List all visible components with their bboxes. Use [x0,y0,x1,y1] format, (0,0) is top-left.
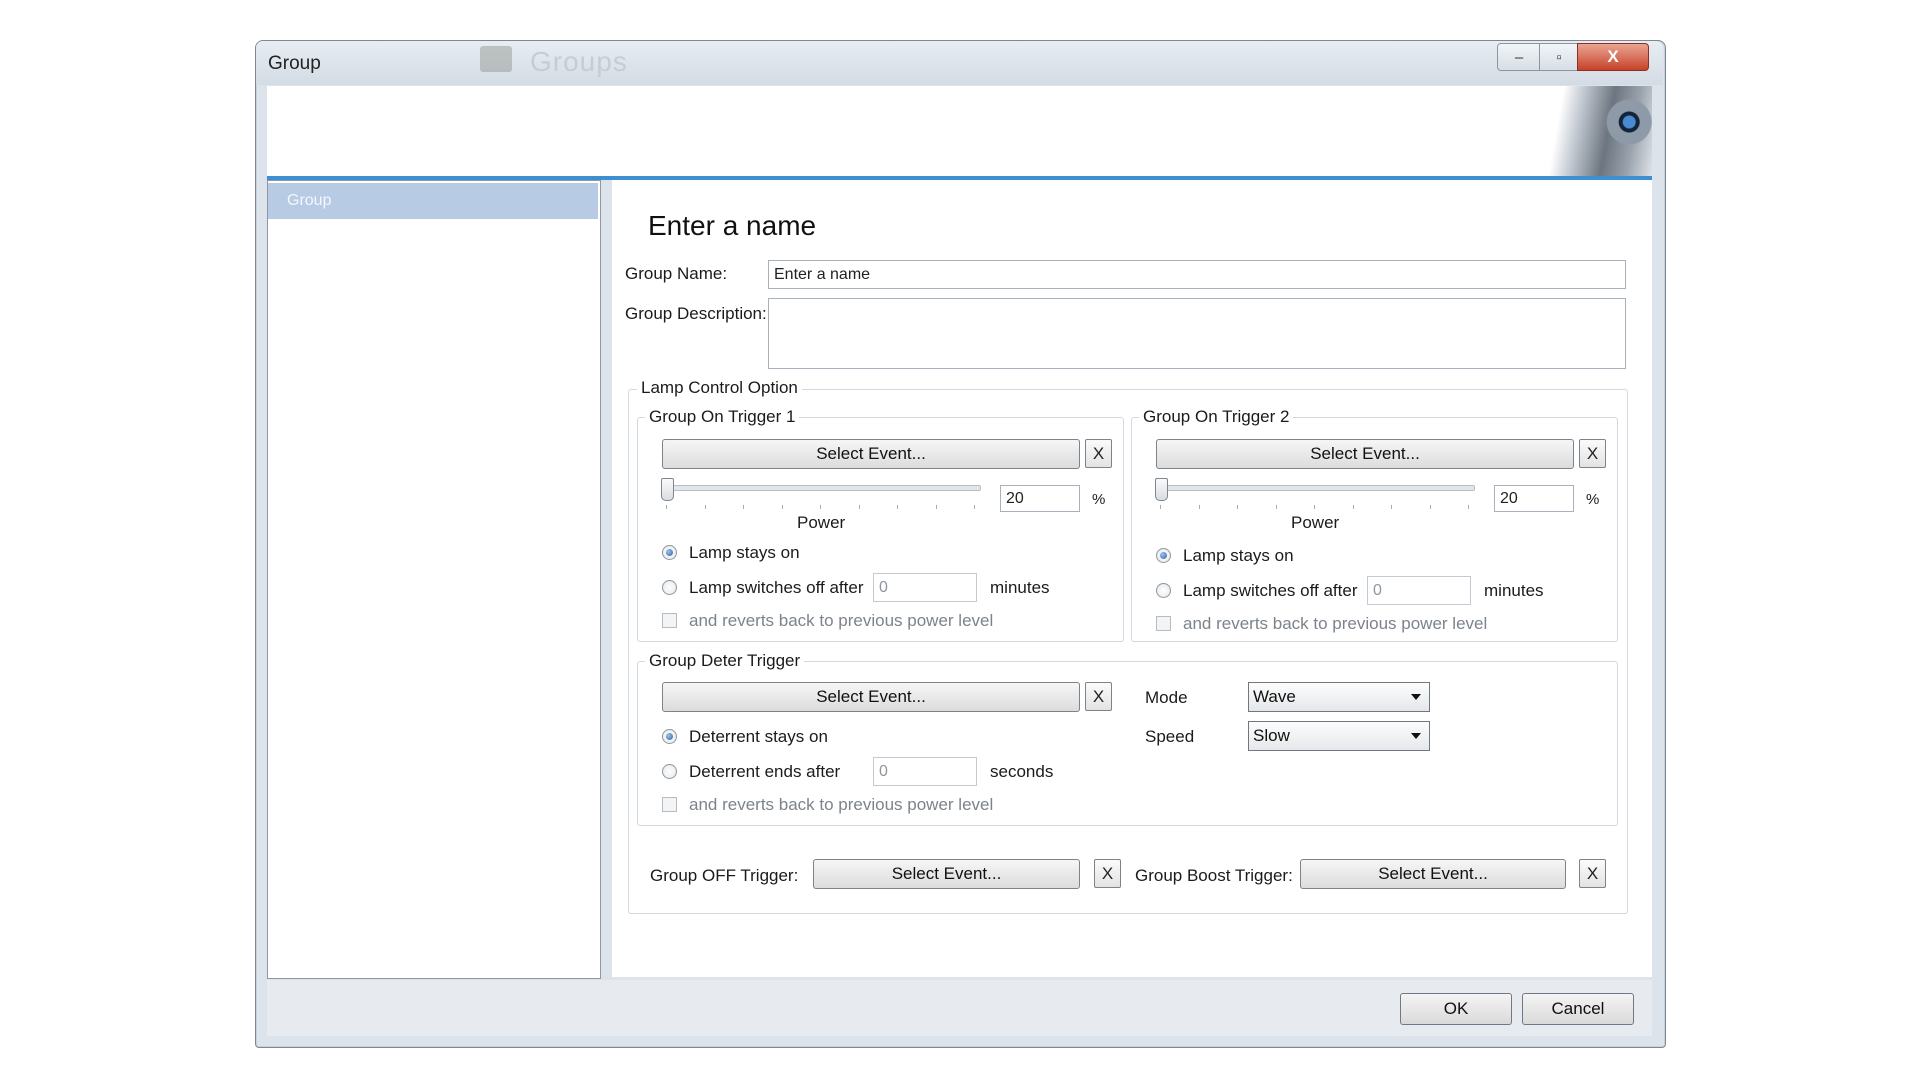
deter-reverts-label: and reverts back to previous power level [689,795,994,814]
slider-tick [666,505,667,509]
slider-tick [1275,505,1277,509]
trigger2-lamp-switches-off-label: Lamp switches off after [1183,581,1358,600]
trigger2-power-input[interactable]: 20 [1494,485,1574,512]
boost-trigger-clear-button[interactable]: X [1579,859,1606,888]
slider-tick [974,505,975,509]
slider-tick [781,505,783,509]
deter-mode-value: Wave [1253,687,1296,706]
off-trigger-label: Group OFF Trigger: [650,866,799,885]
slider-tick [1314,505,1315,509]
lamp-control-title: Lamp Control Option [637,378,802,398]
group-name-label: Group Name: [625,264,728,283]
trigger2-lamp-switches-off-radio[interactable] [1156,583,1171,598]
trigger1-power-slider-track [661,485,981,491]
trigger2-lamp-stays-on-label: Lamp stays on [1183,546,1294,565]
deter-speed-label: Speed [1145,727,1195,746]
group-description-label: Group Description: [625,304,767,323]
trigger1-lamp-stays-on-label: Lamp stays on [689,543,800,562]
trigger2-reverts-label: and reverts back to previous power level [1183,614,1488,633]
trigger2-power-label: Power [1291,513,1340,532]
slider-tick [1391,505,1392,509]
window-controls: – ▫ X [1497,43,1651,71]
slider-tick [1237,505,1238,509]
trigger1-clear-button[interactable]: X [1085,439,1112,468]
trigger1-minutes-input[interactable]: 0 [873,573,977,602]
deterrent-stays-on-label: Deterrent stays on [689,727,828,746]
slider-tick [1468,505,1469,509]
trigger2-reverts-checkbox[interactable] [1156,616,1171,631]
deter-select-event-button[interactable]: Select Event... [662,682,1080,712]
ok-button[interactable]: OK [1400,993,1512,1025]
chevron-down-icon [1411,733,1421,739]
trigger1-lamp-switches-off-label: Lamp switches off after [689,578,864,597]
trigger1-reverts-label: and reverts back to previous power level [689,611,994,630]
header-banner [267,86,1652,180]
slider-tick [743,505,744,509]
trigger2-power-slider-thumb[interactable] [1155,478,1168,501]
trigger2-power-slider-track [1155,485,1475,491]
trigger1-percent-label: % [1092,491,1106,508]
slider-tick [1352,505,1354,509]
trigger1-lamp-switches-off-radio[interactable] [662,580,677,595]
boost-trigger-label: Group Boost Trigger: [1135,866,1293,885]
deter-speed-value: Slow [1253,726,1290,745]
trigger2-minutes-label: minutes [1484,581,1544,600]
sidebar-item-label: Group [287,192,332,209]
cancel-button[interactable]: Cancel [1522,993,1634,1025]
minimize-button[interactable]: – [1497,43,1541,71]
maximize-button[interactable]: ▫ [1539,43,1579,71]
off-trigger-select-event-button[interactable]: Select Event... [813,859,1080,889]
slider-tick [858,505,860,509]
deter-reverts-checkbox[interactable] [662,797,677,812]
sidebar-item-group[interactable]: Group [268,183,598,219]
deterrent-seconds-label: seconds [990,762,1054,781]
window-title: Group [268,53,321,74]
trigger2-title: Group On Trigger 2 [1139,407,1294,427]
trigger2-lamp-stays-on-radio[interactable] [1156,548,1171,563]
off-trigger-clear-button[interactable]: X [1094,859,1121,888]
trigger1-lamp-stays-on-radio[interactable] [662,545,677,560]
title-bar[interactable] [256,41,1663,85]
sidebar [267,180,601,979]
deter-trigger-title: Group Deter Trigger [645,651,805,671]
background-window-title: Groups [530,46,628,77]
deterrent-ends-after-radio[interactable] [662,764,677,779]
deter-clear-button[interactable]: X [1085,682,1112,711]
trigger1-power-slider-thumb[interactable] [661,478,674,501]
trigger1-minutes-label: minutes [990,578,1050,597]
group-description-input[interactable] [768,298,1626,369]
trigger2-minutes-input[interactable]: 0 [1367,576,1471,605]
trigger2-clear-button[interactable]: X [1579,439,1606,468]
trigger1-reverts-checkbox[interactable] [662,613,677,628]
trigger1-power-input[interactable]: 20 [1000,485,1080,512]
deterrent-seconds-input[interactable]: 0 [873,757,977,786]
deter-mode-select[interactable]: Wave [1248,682,1430,712]
deterrent-ends-after-label: Deterrent ends after [689,762,841,781]
page-title: Enter a name [648,210,817,241]
slider-tick [897,505,898,509]
wolf-logo-icon [1538,86,1652,176]
trigger2-select-event-button[interactable]: Select Event... [1156,439,1574,469]
slider-tick [820,505,821,509]
slider-tick [1160,505,1161,509]
deter-speed-select[interactable]: Slow [1248,721,1430,751]
slider-tick [1429,505,1431,509]
trigger1-power-label: Power [797,513,846,532]
chevron-down-icon [1411,694,1421,700]
deterrent-stays-on-radio[interactable] [662,729,677,744]
slider-tick [704,505,706,509]
trigger2-percent-label: % [1586,491,1600,508]
trigger1-select-event-button[interactable]: Select Event... [662,439,1080,469]
close-button[interactable]: X [1577,43,1649,71]
deter-mode-label: Mode [1145,688,1188,707]
group-name-input[interactable]: Enter a name [768,260,1626,289]
background-app-icon [480,46,512,72]
slider-tick [935,505,937,509]
slider-tick [1198,505,1200,509]
trigger1-title: Group On Trigger 1 [645,407,800,427]
boost-trigger-select-event-button[interactable]: Select Event... [1300,859,1566,889]
